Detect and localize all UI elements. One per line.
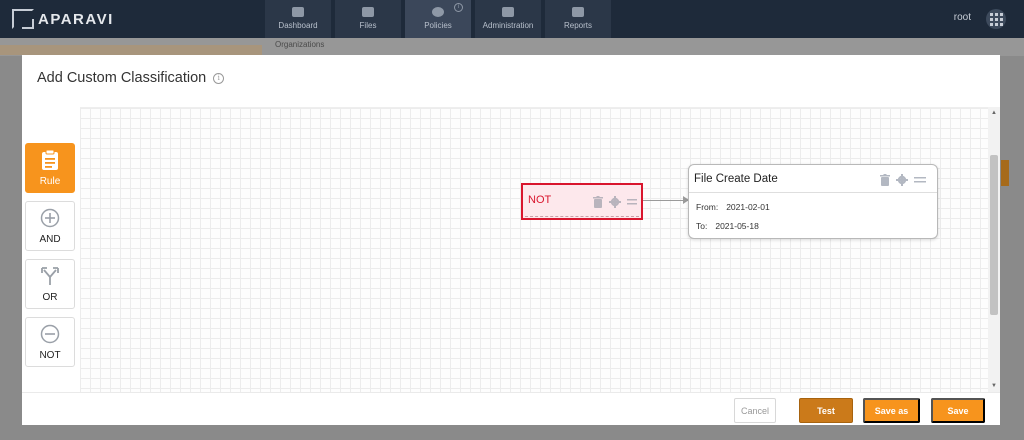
- classification-canvas[interactable]: NOT File Create Date From: 2021-02-01 To…: [80, 107, 988, 392]
- split-arrows-icon: [41, 266, 59, 285]
- tab-label: Reports: [563, 21, 592, 30]
- tab-policies[interactable]: i Policies: [405, 0, 471, 38]
- user-name[interactable]: root: [954, 12, 971, 23]
- background-panel: [0, 45, 262, 55]
- to-label: To:: [696, 221, 708, 231]
- drag-handle-icon[interactable]: [627, 199, 637, 205]
- palette-label: OR: [42, 291, 58, 303]
- aparavi-logo[interactable]: APARAVI: [12, 9, 114, 29]
- node-title: File Create Date: [694, 173, 778, 185]
- trash-icon[interactable]: [593, 196, 603, 208]
- tab-files[interactable]: Files: [335, 0, 401, 38]
- node-connector: [643, 200, 688, 201]
- tab-label: Files: [359, 21, 377, 30]
- file-create-date-node[interactable]: File Create Date From: 2021-02-01 To: 20…: [688, 164, 938, 239]
- minus-circle-icon: [40, 324, 60, 343]
- scroll-up-icon[interactable]: ▲: [988, 107, 1000, 119]
- palette-label: AND: [39, 233, 61, 245]
- cancel-button[interactable]: Cancel: [734, 398, 776, 423]
- tab-reports[interactable]: Reports: [545, 0, 611, 38]
- node-label: NOT: [528, 194, 552, 206]
- node-actions: [880, 174, 926, 186]
- palette-label: NOT: [39, 349, 61, 361]
- tab-label: Dashboard: [278, 21, 318, 30]
- from-row: From: 2021-02-01: [696, 202, 770, 212]
- gear-icon[interactable]: [896, 174, 908, 186]
- canvas-scrollbar[interactable]: ▲ ▼: [988, 107, 1000, 392]
- top-nav-bar: APARAVI Dashboard Files i Policies Admin…: [0, 0, 1024, 38]
- tab-administration[interactable]: Administration: [475, 0, 541, 38]
- palette-label: Rule: [39, 175, 61, 187]
- scroll-down-icon[interactable]: ▼: [988, 380, 1000, 392]
- modal-footer: Cancel Test Save as Save: [22, 392, 1000, 425]
- not-node[interactable]: NOT: [521, 183, 643, 220]
- folder-icon: [362, 7, 374, 17]
- plus-circle-icon: [40, 208, 60, 227]
- to-row: To: 2021-05-18: [696, 221, 759, 231]
- clipboard-icon: [42, 149, 58, 170]
- gear-icon[interactable]: [609, 196, 621, 208]
- app-grid-icon[interactable]: [986, 9, 1006, 29]
- node-divider: [689, 192, 937, 193]
- scroll-thumb[interactable]: [990, 155, 998, 315]
- from-value: 2021-02-01: [726, 202, 770, 212]
- info-icon[interactable]: i: [213, 72, 225, 84]
- node-actions: [593, 196, 637, 208]
- palette-or[interactable]: OR: [25, 259, 75, 309]
- tab-label: Policies: [424, 21, 452, 30]
- logo-mark-icon: [12, 9, 34, 29]
- info-icon[interactable]: i: [454, 3, 463, 12]
- tab-dashboard[interactable]: Dashboard: [265, 0, 331, 38]
- add-classification-modal: Add Custom Classification i NOT File Cre…: [22, 55, 1000, 425]
- breadcrumb: Organizations: [275, 40, 325, 49]
- gear-icon: [432, 7, 444, 17]
- save-button[interactable]: Save: [931, 398, 985, 423]
- palette-rule[interactable]: Rule: [25, 143, 75, 193]
- from-label: From:: [696, 202, 719, 212]
- drag-handle-icon[interactable]: [914, 177, 926, 183]
- users-icon: [502, 7, 514, 17]
- test-button[interactable]: Test: [799, 398, 853, 423]
- background-accent: [1001, 160, 1009, 186]
- clipboard-icon: [572, 7, 584, 17]
- palette-and[interactable]: AND: [25, 201, 75, 251]
- modal-title-text: Add Custom Classification: [37, 70, 207, 86]
- brand-name: APARAVI: [38, 10, 114, 28]
- palette-not[interactable]: NOT: [25, 317, 75, 367]
- node-palette: Rule AND OR NOT: [25, 143, 75, 367]
- to-value: 2021-05-18: [715, 221, 759, 231]
- modal-title: Add Custom Classification i: [37, 70, 225, 86]
- save-as-button[interactable]: Save as: [863, 398, 920, 423]
- trash-icon[interactable]: [880, 174, 890, 186]
- dashboard-icon: [292, 7, 304, 17]
- tab-label: Administration: [482, 21, 534, 30]
- main-nav-tabs: Dashboard Files i Policies Administratio…: [265, 0, 611, 38]
